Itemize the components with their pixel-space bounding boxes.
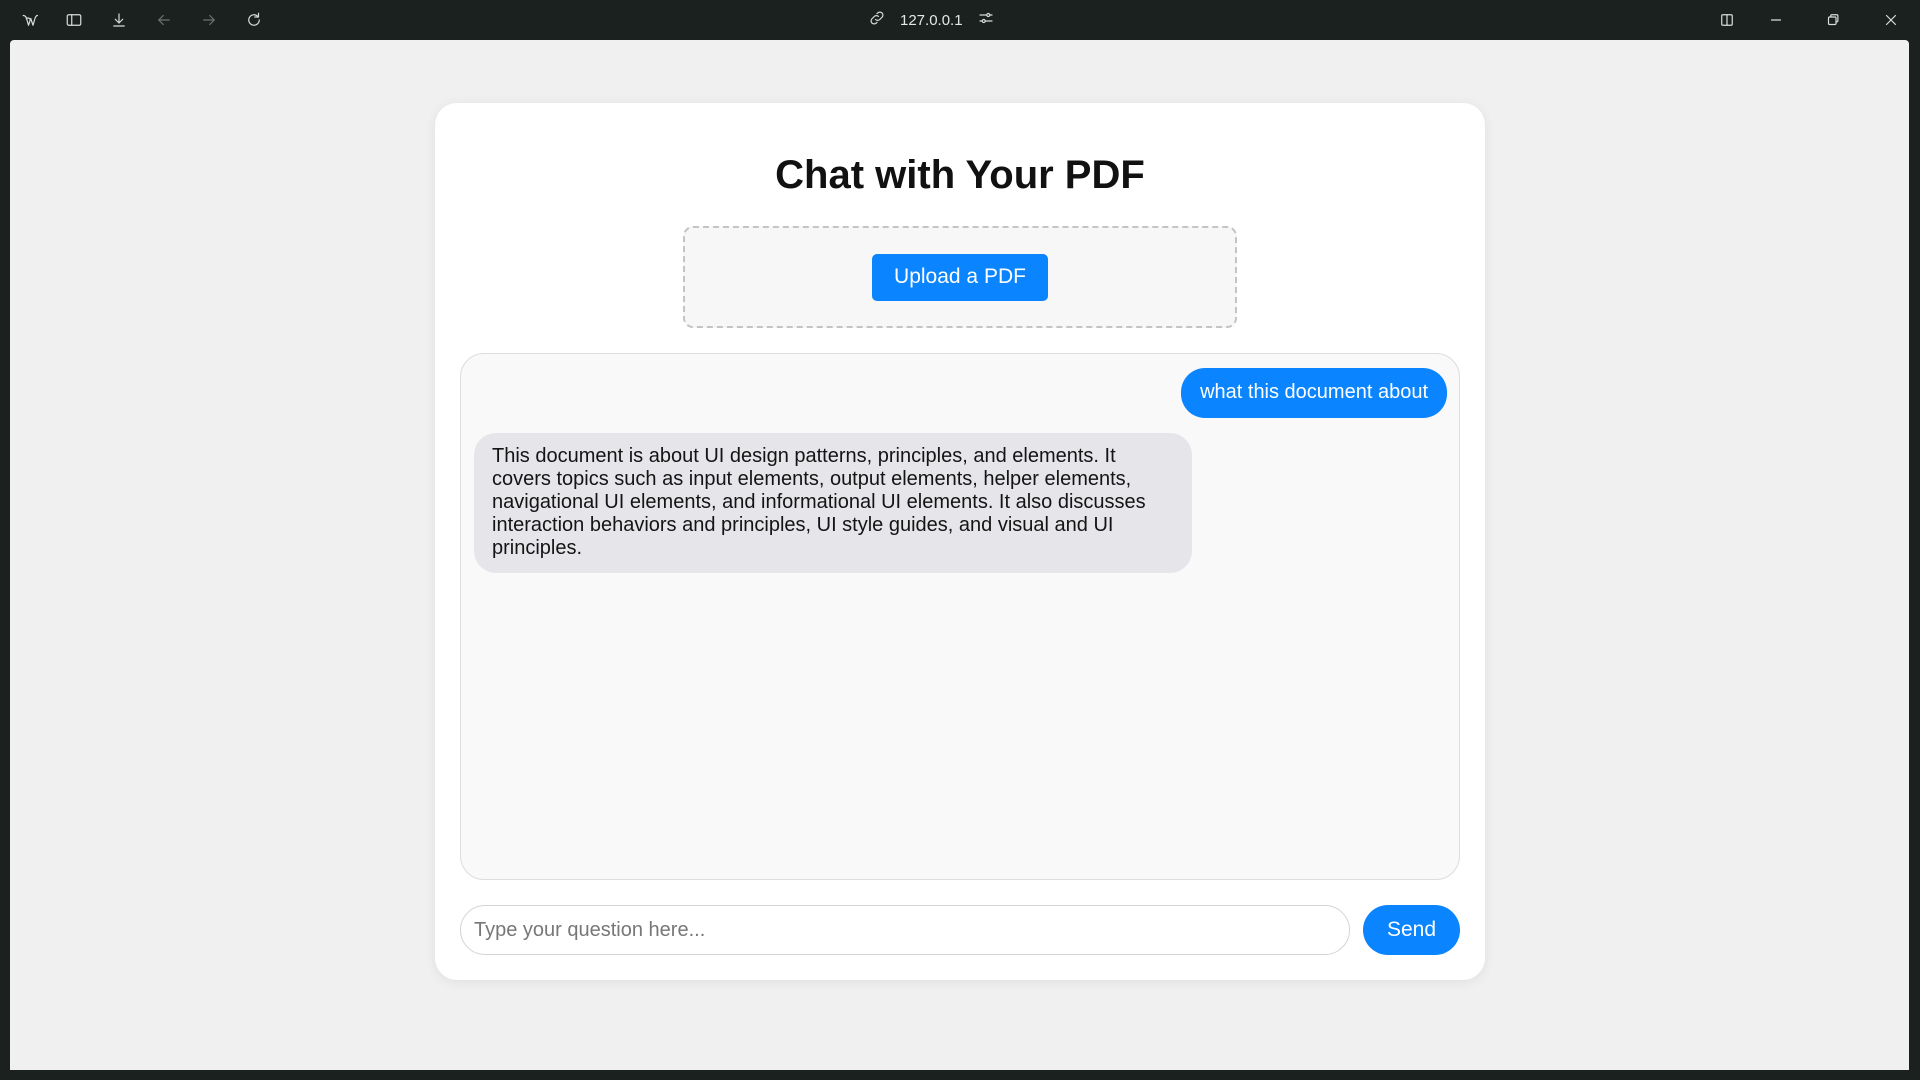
- close-icon[interactable]: [1880, 9, 1902, 31]
- upload-dropzone[interactable]: Upload a PDF: [683, 226, 1237, 328]
- assistant-message: This document is about UI design pattern…: [474, 433, 1192, 573]
- chat-messages[interactable]: what this document about This document i…: [460, 353, 1460, 880]
- minimize-icon[interactable]: [1765, 9, 1787, 31]
- address-bar[interactable]: 127.0.0.1: [868, 0, 995, 40]
- link-icon: [868, 9, 886, 31]
- chat-card: Chat with Your PDF Upload a PDF what thi…: [435, 103, 1485, 980]
- back-icon[interactable]: [153, 9, 175, 31]
- page-title: Chat with Your PDF: [775, 153, 1145, 197]
- browser-logo-icon[interactable]: [19, 9, 41, 31]
- site-settings-icon[interactable]: [977, 9, 995, 31]
- restore-icon[interactable]: [1822, 9, 1844, 31]
- page-viewport: Chat with Your PDF Upload a PDF what thi…: [10, 40, 1909, 1070]
- sidebar-icon[interactable]: [63, 9, 85, 31]
- split-view-icon[interactable]: [1716, 9, 1738, 31]
- download-icon[interactable]: [108, 9, 130, 31]
- composer: Send: [460, 905, 1460, 955]
- address-text[interactable]: 127.0.0.1: [900, 12, 963, 29]
- forward-icon[interactable]: [198, 9, 220, 31]
- question-input[interactable]: [460, 905, 1350, 955]
- reload-icon[interactable]: [243, 9, 265, 31]
- browser-titlebar: 127.0.0.1: [0, 0, 1920, 40]
- send-button[interactable]: Send: [1363, 905, 1460, 955]
- upload-pdf-button[interactable]: Upload a PDF: [872, 253, 1048, 301]
- user-message: what this document about: [1181, 368, 1447, 418]
